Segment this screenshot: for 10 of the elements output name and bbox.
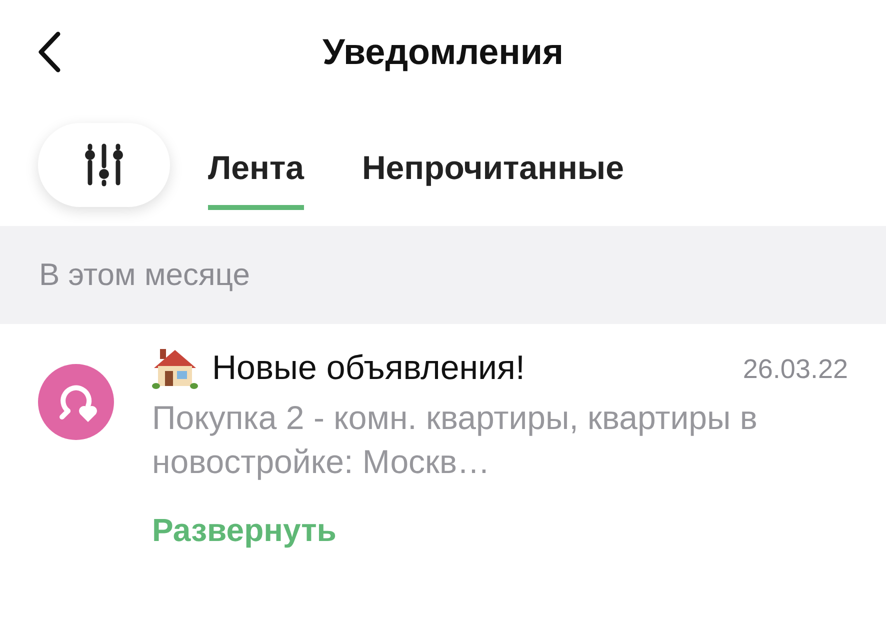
back-icon[interactable] [36,31,62,73]
notification-title: Новые объявления! [212,348,526,388]
sliders-icon [83,142,125,188]
notification-date: 26.03.22 [742,354,848,385]
screen-title: Уведомления [322,31,564,73]
section-title: В этом месяце [39,257,250,293]
tab[interactable]: Непрочитанные [362,128,624,210]
tab[interactable]: Лента [208,128,304,210]
house-icon [152,346,198,390]
notification-text: Покупка 2 - комн. квартиры, квартиры в новостройке: Москв… [152,398,758,482]
